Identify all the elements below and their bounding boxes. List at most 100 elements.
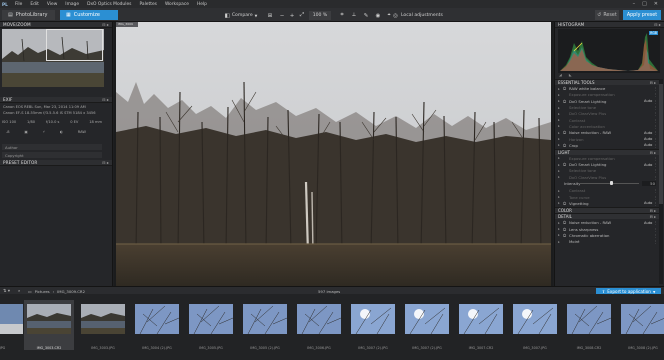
histogram-channel-badge[interactable]: RGB [649, 31, 658, 35]
scrollbar-thumb[interactable] [659, 84, 663, 204]
expand-icon[interactable]: ▸ [558, 240, 563, 244]
filmstrip-thumbnail[interactable] [567, 304, 611, 334]
breadcrumb-leaf[interactable]: IMG_3009.CR2 [57, 289, 85, 294]
filmstrip-thumbnail[interactable] [297, 304, 341, 334]
right-panel-scrollbar[interactable] [659, 79, 663, 284]
tool-row[interactable]: ▸ Contrast ⋮ [555, 117, 659, 123]
expand-icon[interactable]: ▸ [558, 195, 563, 199]
panel-menu-icon[interactable]: ⊟ ▸ [654, 22, 661, 27]
filmstrip-thumbnail[interactable] [243, 304, 287, 334]
expand-icon[interactable]: ▸ [558, 137, 563, 141]
zoom-out-icon[interactable]: − [278, 11, 286, 20]
filmstrip-item[interactable]: IMG_3007.CR2 [456, 300, 506, 350]
filmstrip-thumbnail[interactable] [351, 304, 395, 334]
main-photo[interactable]: IMG_3009 [116, 22, 551, 286]
menu-palettes[interactable]: Palettes [135, 2, 161, 7]
tool-row[interactable]: ▸ ⏻ Lens sharpness ⋮ [555, 226, 659, 232]
histogram-header[interactable]: HISTOGRAM ⊟ ▸ [555, 22, 664, 28]
section-header-essential[interactable]: ESSENTIAL TOOLS ⊟ ▸ [555, 79, 659, 85]
repair-icon[interactable]: ✎ [362, 11, 370, 20]
filmstrip-item[interactable]: IMG_3007 (2).JPG [402, 300, 452, 350]
tool-row[interactable]: ▸ ⏻ RAW white balance ⋮ [555, 86, 659, 92]
expand-icon[interactable]: ▸ [558, 189, 563, 193]
section-menu-icon[interactable]: ⊟ ▸ [650, 208, 659, 213]
filmstrip-item[interactable]: IMG_3005.JPG [186, 300, 236, 350]
intensity-value[interactable]: 50 [642, 180, 656, 186]
tab-photolibrary[interactable]: ▤ PhotoLibrary [2, 10, 55, 20]
section-header-light[interactable]: LIGHT ⊟ ▸ [555, 148, 659, 155]
panel-menu-icon[interactable]: ⊟ ▸ [102, 160, 109, 165]
navigator-header[interactable]: MOVE/ZOOM ⊟ ▸ [0, 22, 112, 28]
filmstrip-thumbnail[interactable] [189, 304, 233, 334]
minimize-icon[interactable]: – [633, 1, 636, 7]
local-adjustments-button[interactable]: ◎ Local adjustments [392, 11, 444, 20]
image-viewer[interactable]: IMG_3009 [114, 22, 553, 286]
filmstrip-thumbnail[interactable] [27, 304, 71, 334]
expand-icon[interactable]: ▸ [558, 156, 563, 160]
navigator-viewport-frame[interactable] [46, 29, 103, 61]
maximize-icon[interactable]: □ [642, 1, 647, 7]
compare-button[interactable]: ◧ Compare ▼ [221, 11, 261, 20]
apply-preset-button[interactable]: Apply preset [623, 10, 661, 20]
menu-optics-modules[interactable]: DxO Optics Modules [83, 2, 135, 7]
section-menu-icon[interactable]: ⊟ ▸ [650, 80, 659, 85]
expand-icon[interactable]: ▸ [558, 169, 563, 173]
menu-workspace[interactable]: Workspace [161, 2, 193, 7]
tool-row[interactable]: ▸ Tone curve ⋮ [555, 194, 659, 200]
tool-row[interactable]: ▸ DxO ClearView Plus ⋮ [555, 174, 659, 180]
filmstrip-thumbnail[interactable] [459, 304, 503, 334]
section-header-color[interactable]: COLOR ⊟ ▸ [555, 206, 659, 213]
tool-row[interactable]: ▸ Contrast ⋮ [555, 188, 659, 194]
section-menu-icon[interactable]: ⊟ ▸ [650, 150, 659, 155]
tool-row[interactable]: ▸ ⏻ Chromatic aberration ⋮ [555, 232, 659, 238]
author-field[interactable]: Author [2, 144, 102, 150]
highlight-clip-icon[interactable]: ◣ [569, 73, 572, 77]
filmstrip-item[interactable]: IMG_3005 (2).JPG [240, 300, 290, 350]
expand-icon[interactable]: ▸ [558, 124, 563, 128]
section-header-detail[interactable]: DETAIL ⊟ ▸ [555, 213, 659, 220]
panel-menu-icon[interactable]: ⊟ ▸ [102, 22, 109, 27]
tool-row[interactable]: ▸ ⏻ Crop Auto ⋮ [555, 142, 659, 148]
tool-row[interactable]: ▸ Moiré ⋮ [555, 239, 659, 245]
tool-row[interactable]: ▸ Exposure compensation ⋮ [555, 92, 659, 98]
expand-icon[interactable]: ▸ [558, 118, 563, 122]
zoom-in-icon[interactable]: + [288, 11, 296, 20]
tool-row[interactable]: ▸ Exposure compensation ⋮ [555, 155, 659, 161]
exif-header[interactable]: EXIF ⊟ ▸ [0, 97, 112, 103]
section-menu-icon[interactable]: ⊟ ▸ [650, 214, 659, 219]
tab-customize[interactable]: ▦ Customize [60, 10, 118, 20]
expand-icon[interactable]: ▸ [558, 175, 563, 179]
filmstrip-thumbnail[interactable] [513, 304, 557, 334]
filmstrip-thumbnail[interactable] [621, 304, 664, 334]
reset-button[interactable]: ↺ Reset [595, 10, 619, 20]
copyright-field[interactable]: Copyright [2, 152, 102, 158]
panel-menu-icon[interactable]: ⊟ ▸ [102, 97, 109, 102]
menu-edit[interactable]: Edit [26, 2, 43, 7]
tool-row[interactable]: ▸ ⏻ Noise reduction - RAW Auto ⋮ [555, 130, 659, 136]
filmstrip-item[interactable]: IMG_3006.JPG [294, 300, 344, 350]
expand-icon[interactable]: ▸ [558, 93, 563, 97]
filmstrip-thumbnail[interactable] [0, 304, 23, 334]
tool-row[interactable]: ▸ Color accentuation ⋮ [555, 123, 659, 129]
filmstrip-item[interactable]: IMG_3007 (2).JPG [348, 300, 398, 350]
menu-help[interactable]: Help [193, 2, 211, 7]
menu-image[interactable]: Image [61, 2, 83, 7]
shadow-clip-icon[interactable]: ◢ [559, 73, 562, 77]
zoom-select[interactable]: 100 % [309, 11, 331, 20]
tool-row[interactable]: ▸ Horizon Auto ⋮ [555, 136, 659, 142]
slider-handle[interactable] [609, 181, 613, 185]
red-eye-icon[interactable]: ◉ [374, 11, 382, 20]
filmstrip-thumbnail[interactable] [81, 304, 125, 334]
expand-icon[interactable]: ▸ [558, 112, 563, 116]
breadcrumb-root[interactable]: Pictures [35, 289, 50, 294]
tool-row[interactable]: ▸ ⏻ Vignetting Auto ⋮ [555, 200, 659, 206]
filmstrip-thumbnail[interactable] [405, 304, 449, 334]
filmstrip-thumbnail[interactable] [135, 304, 179, 334]
tool-row[interactable]: ▸ Selective tone ⋮ [555, 105, 659, 111]
filter-icon[interactable]: ⌕ [18, 288, 20, 293]
tool-row[interactable]: ▸ DxO ClearView Plus ⋮ [555, 111, 659, 117]
close-icon[interactable]: ✕ [654, 1, 658, 7]
tool-row[interactable]: ▸ ⏻ Noise reduction - RAW Auto ⋮ [555, 220, 659, 226]
tool-row[interactable]: ▸ Selective tone ⋮ [555, 168, 659, 174]
preset-editor-header[interactable]: PRESET EDITOR ⊟ ▸ [0, 160, 112, 166]
